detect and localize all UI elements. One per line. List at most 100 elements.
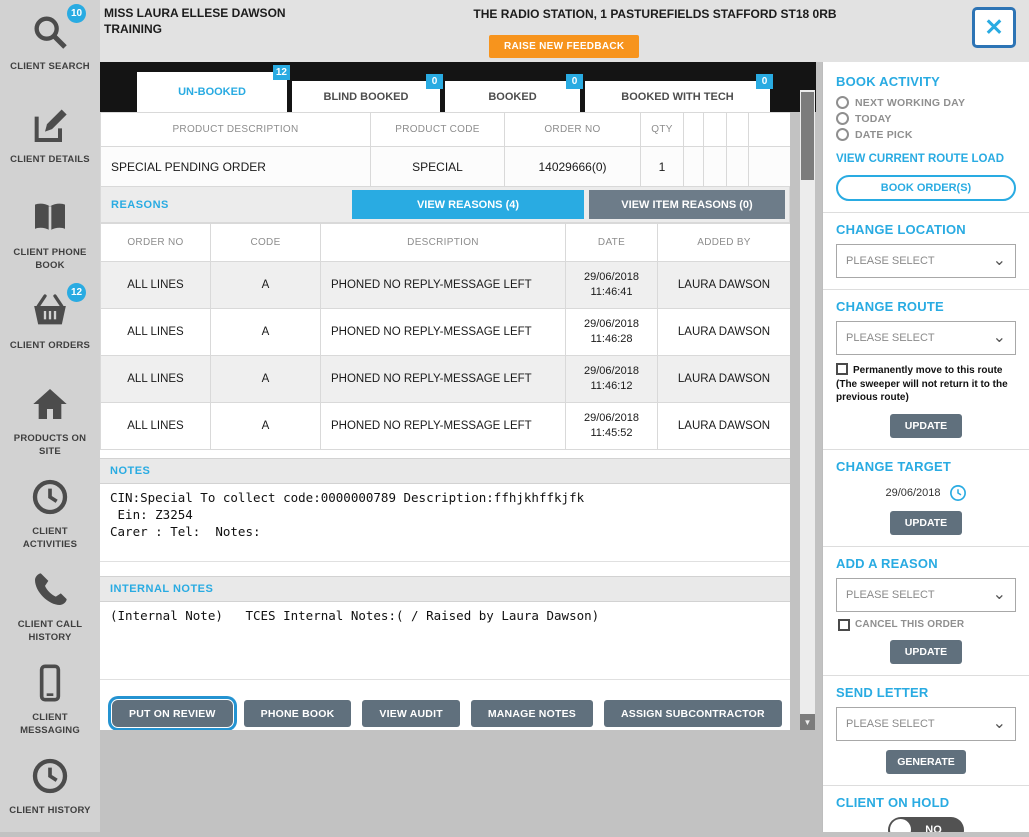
order-row[interactable]: SPECIAL PENDING ORDER SPECIAL 14029666(0… bbox=[100, 146, 790, 187]
reasons-buttons: VIEW REASONS (4) VIEW ITEM REASONS (0) bbox=[352, 190, 789, 219]
permanent-route-note: Permanently move to this route (The swee… bbox=[836, 363, 1008, 403]
sidebar-item-client-history[interactable]: CLIENT HISTORY bbox=[0, 744, 100, 837]
right-panel: BOOK ACTIVITY NEXT WORKING DAY TODAY DAT… bbox=[822, 62, 1029, 832]
reason-added-by: LAURA DAWSON bbox=[657, 261, 790, 309]
generate-letter-button[interactable]: GENERATE bbox=[886, 749, 966, 774]
tab-booked-with-tech[interactable]: BOOKED WITH TECH 0 bbox=[585, 74, 773, 112]
divider bbox=[823, 545, 1029, 547]
view-current-route-load-link[interactable]: VIEW CURRENT ROUTE LOAD bbox=[836, 153, 1016, 165]
change-route-title: CHANGE ROUTE bbox=[836, 299, 944, 314]
reason-row: ALL LINES A PHONED NO REPLY-MESSAGE LEFT… bbox=[100, 261, 790, 309]
client-on-hold-toggle[interactable]: NO bbox=[888, 816, 964, 833]
reason-date: 29/06/2018 11:46:41 bbox=[565, 261, 658, 309]
reason-date: 29/06/2018 11:46:28 bbox=[565, 308, 658, 356]
sidebar-item-client-messaging[interactable]: CLIENT MESSAGING bbox=[0, 651, 100, 744]
radio-date-pick[interactable]: DATE PICK bbox=[836, 128, 1016, 141]
change-location-title: CHANGE LOCATION bbox=[836, 222, 966, 237]
sidebar-item-products-on-site[interactable]: PRODUCTS ON SITE bbox=[0, 372, 100, 465]
tab-badge: 12 bbox=[272, 65, 290, 80]
search-icon: 10 bbox=[30, 4, 86, 52]
send-letter-select[interactable]: PLEASE SELECT ⌄ bbox=[836, 706, 1016, 741]
product-table-header-row: PRODUCT DESCRIPTION PRODUCT CODE ORDER N… bbox=[100, 112, 790, 147]
change-route-update-button[interactable]: UPDATE bbox=[890, 413, 962, 438]
book-icon bbox=[30, 198, 70, 238]
divider bbox=[823, 784, 1029, 786]
view-reasons-button[interactable]: VIEW REASONS (4) bbox=[352, 190, 584, 219]
header-reason-code: CODE bbox=[210, 223, 321, 262]
vertical-scrollbar[interactable]: ▼ bbox=[800, 90, 815, 730]
view-audit-button[interactable]: VIEW AUDIT bbox=[362, 700, 460, 727]
reason-date: 29/06/2018 11:46:12 bbox=[565, 355, 658, 403]
header-reason-added-by: ADDED BY bbox=[657, 223, 790, 262]
radio-today[interactable]: TODAY bbox=[836, 112, 1016, 125]
phone-book-button[interactable]: PHONE BOOK bbox=[243, 700, 352, 727]
change-location-select[interactable]: PLEASE SELECT ⌄ bbox=[836, 244, 1016, 278]
sidebar-item-client-orders[interactable]: 12 CLIENT ORDERS bbox=[0, 279, 100, 372]
sidebar-item-client-details[interactable]: CLIENT DETAILS bbox=[0, 93, 100, 186]
scrollbar-thumb[interactable] bbox=[801, 92, 814, 180]
sidebar-item-label: CLIENT SEARCH bbox=[10, 61, 90, 72]
sidebar-item-label: CLIENT CALL HISTORY bbox=[17, 619, 83, 643]
chevron-down-icon: ⌄ bbox=[992, 252, 1006, 269]
sidebar-item-label: CLIENT HISTORY bbox=[9, 805, 91, 816]
mobile-phone-icon bbox=[30, 663, 70, 703]
tab-badge: 0 bbox=[566, 74, 583, 89]
view-item-reasons-button[interactable]: VIEW ITEM REASONS (0) bbox=[589, 190, 785, 219]
manage-notes-button[interactable]: MANAGE NOTES bbox=[470, 700, 593, 727]
cancel-order-checkbox[interactable] bbox=[838, 618, 850, 631]
target-date-row: 29/06/2018 bbox=[836, 484, 1016, 502]
divider bbox=[823, 448, 1029, 450]
notes-section-header: NOTES bbox=[100, 458, 790, 484]
put-on-review-button[interactable]: PUT ON REVIEW bbox=[112, 700, 233, 727]
toggle-value: NO bbox=[925, 823, 942, 833]
book-activity-title: BOOK ACTIVITY bbox=[836, 74, 940, 89]
tab-label: UN-BOOKED bbox=[178, 86, 246, 98]
sidebar-item-label: CLIENT ACTIVITIES bbox=[22, 526, 78, 550]
scrollbar-down-arrow[interactable]: ▼ bbox=[800, 714, 815, 730]
tab-blind-booked[interactable]: BLIND BOOKED 0 bbox=[292, 74, 443, 112]
notes-content: CIN:Special To collect code:0000000789 D… bbox=[100, 484, 790, 562]
radio-next-working-day[interactable]: NEXT WORKING DAY bbox=[836, 96, 1016, 109]
reason-description: PHONED NO REPLY-MESSAGE LEFT bbox=[320, 308, 566, 356]
header-empty bbox=[683, 112, 704, 147]
tab-badge: 0 bbox=[426, 74, 443, 89]
reasons-section-label: REASONS bbox=[111, 198, 169, 211]
tab-un-booked[interactable]: UN-BOOKED 12 bbox=[137, 65, 290, 112]
order-qty: 1 bbox=[640, 146, 684, 187]
date-picker-clock-icon[interactable] bbox=[949, 484, 967, 502]
target-date: 29/06/2018 bbox=[885, 486, 941, 499]
reason-order-no: ALL LINES bbox=[100, 355, 211, 403]
change-route-select[interactable]: PLEASE SELECT ⌄ bbox=[836, 321, 1016, 355]
toggle-knob bbox=[890, 819, 911, 832]
phone-icon bbox=[30, 570, 70, 610]
header-empty bbox=[748, 112, 790, 147]
cancel-order-row[interactable]: CANCEL THIS ORDER bbox=[838, 618, 1016, 631]
sidebar-item-client-call-history[interactable]: CLIENT CALL HISTORY bbox=[0, 558, 100, 651]
radio-icon bbox=[836, 112, 849, 125]
permanent-route-checkbox[interactable] bbox=[836, 363, 848, 375]
tab-booked[interactable]: BOOKED 0 bbox=[445, 74, 583, 112]
reasons-header-row: ORDER NO CODE DESCRIPTION DATE ADDED BY bbox=[100, 223, 790, 262]
raise-new-feedback-button[interactable]: RAISE NEW FEEDBACK bbox=[489, 35, 640, 58]
scroll-down-icon: ▼ bbox=[803, 717, 812, 727]
reason-description: PHONED NO REPLY-MESSAGE LEFT bbox=[320, 355, 566, 403]
sidebar-item-client-phone-book[interactable]: CLIENT PHONE BOOK bbox=[0, 186, 100, 279]
assign-subcontractor-button[interactable]: ASSIGN SUBCONTRACTOR bbox=[603, 700, 782, 727]
reasons-section-bar: REASONS VIEW REASONS (4) VIEW ITEM REASO… bbox=[100, 187, 790, 223]
sidebar-item-label: CLIENT DETAILS bbox=[10, 154, 90, 165]
close-button[interactable]: ✕ bbox=[972, 7, 1016, 48]
left-sidebar: 10 CLIENT SEARCH CLIENT DETAILS CLIENT P… bbox=[0, 0, 100, 832]
reason-order-no: ALL LINES bbox=[100, 261, 211, 309]
sidebar-item-client-activities[interactable]: CLIENT ACTIVITIES bbox=[0, 465, 100, 558]
change-target-update-button[interactable]: UPDATE bbox=[890, 510, 962, 535]
add-reason-update-button[interactable]: UPDATE bbox=[890, 639, 962, 664]
book-orders-button[interactable]: BOOK ORDER(S) bbox=[836, 175, 1016, 201]
reason-added-by: LAURA DAWSON bbox=[657, 355, 790, 403]
add-reason-select[interactable]: PLEASE SELECT ⌄ bbox=[836, 577, 1016, 612]
sidebar-item-client-search[interactable]: 10 CLIENT SEARCH bbox=[0, 0, 100, 93]
client-on-hold-title: CLIENT ON HOLD bbox=[836, 794, 950, 810]
reason-description: PHONED NO REPLY-MESSAGE LEFT bbox=[320, 402, 566, 450]
order-cell-empty bbox=[683, 146, 704, 187]
internal-notes-title: INTERNAL NOTES bbox=[110, 583, 214, 595]
internal-notes-content: (Internal Note) TCES Internal Notes:( / … bbox=[100, 602, 790, 680]
